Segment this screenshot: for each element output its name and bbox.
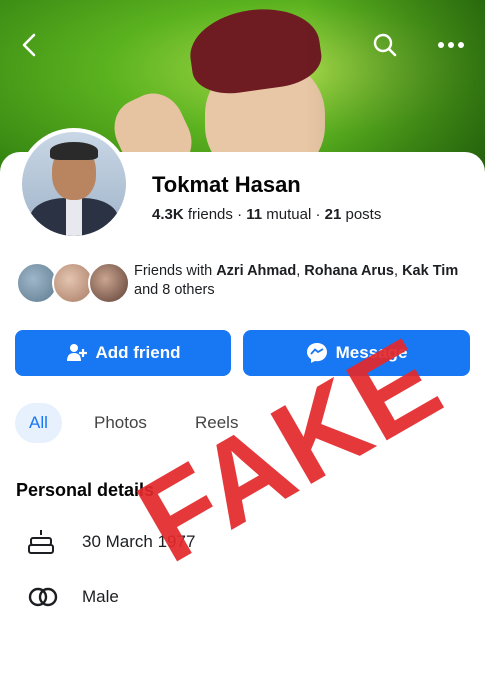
search-button[interactable] <box>370 30 400 60</box>
friends-count[interactable]: 4.3K <box>152 206 184 223</box>
back-button[interactable] <box>14 30 44 60</box>
profile-name: Tokmat Hasan <box>152 172 301 197</box>
more-icon <box>438 42 464 48</box>
profile-stats: 4.3K friends · 11 mutual · 21 posts <box>152 206 381 223</box>
birthday-cake-icon <box>28 530 54 554</box>
cover-shadow <box>305 0 485 175</box>
friends-label[interactable]: friends <box>188 206 233 223</box>
posts-label: posts <box>345 206 382 223</box>
profile-avatar[interactable] <box>18 128 130 240</box>
birthday-row: 30 March 1977 <box>28 527 195 557</box>
separator-dot: · <box>237 206 247 223</box>
search-icon <box>373 33 397 57</box>
mutual-label[interactable]: mutual <box>266 206 311 223</box>
gender-icon <box>28 587 58 607</box>
separator-dot: · <box>315 206 325 223</box>
more-button[interactable] <box>436 30 466 60</box>
mutual-friend-avatar <box>88 262 130 304</box>
gender-text: Male <box>82 587 119 606</box>
gender-row: Male <box>28 582 119 612</box>
mutual-count[interactable]: 11 <box>246 206 262 223</box>
posts-count: 21 <box>324 206 342 223</box>
add-friend-icon <box>66 344 87 361</box>
back-icon <box>22 33 36 57</box>
